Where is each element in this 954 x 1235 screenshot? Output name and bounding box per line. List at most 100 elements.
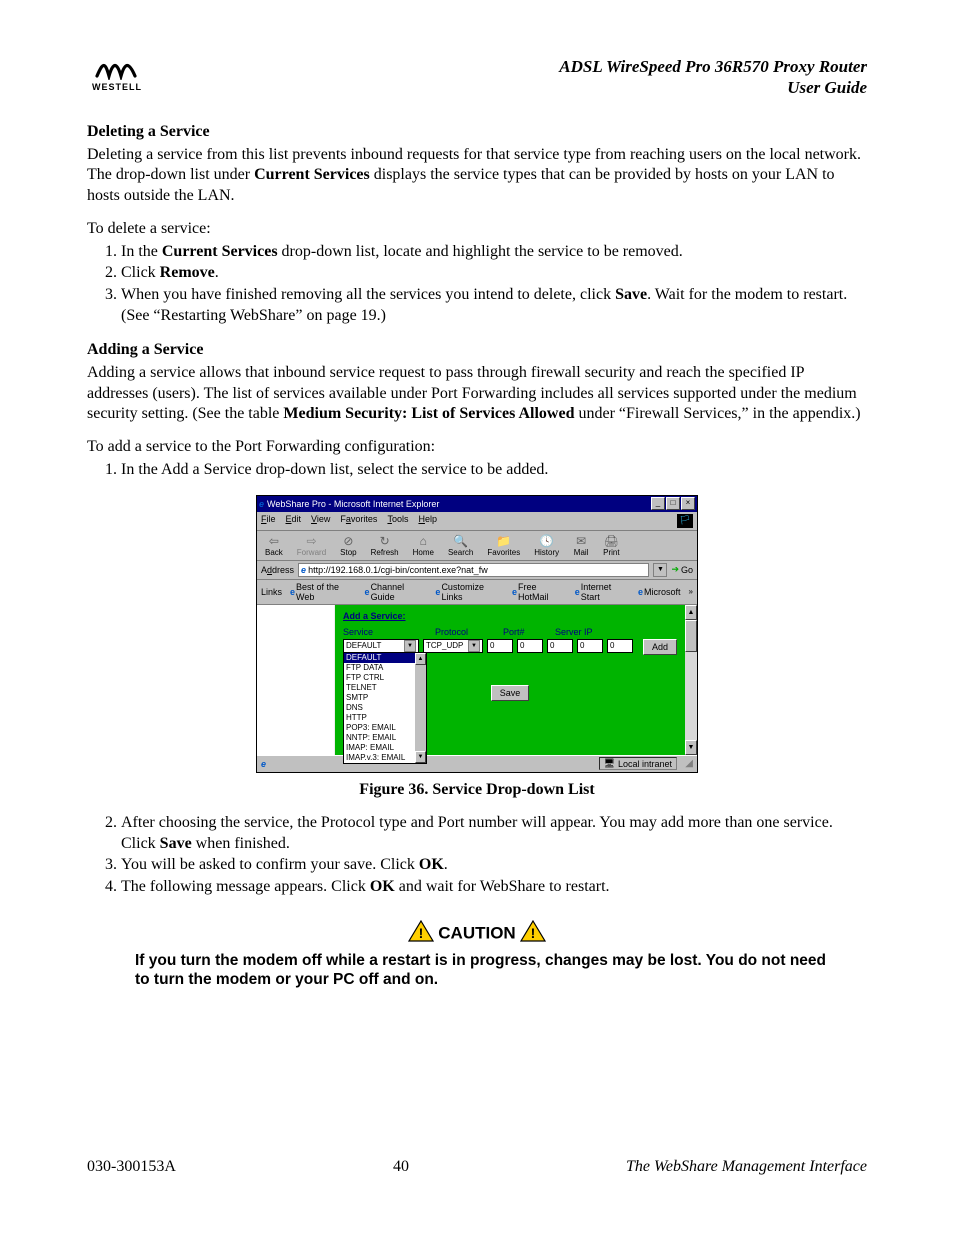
window-titlebar: e WebShare Pro - Microsoft Internet Expl… — [257, 496, 697, 512]
scroll-up-icon[interactable]: ▲ — [415, 653, 426, 665]
page-header: WESTELL ADSL WireSpeed Pro 36R570 Proxy … — [87, 56, 867, 99]
doc-title: ADSL WireSpeed Pro 36R570 Proxy Router U… — [559, 56, 867, 99]
mail-button[interactable]: ✉Mail — [573, 534, 589, 557]
logo-text: WESTELL — [92, 82, 142, 92]
search-button[interactable]: 🔍Search — [448, 534, 473, 557]
back-button[interactable]: ⇦Back — [265, 534, 283, 557]
input-row: DEFAULT ▼ DEFAULT FTP DATA FTP CTRL TELN… — [343, 639, 677, 655]
warning-icon: ! — [520, 920, 546, 947]
address-input[interactable]: ehttp://192.168.0.1/cgi-bin/content.exe?… — [298, 563, 649, 577]
scroll-track[interactable] — [685, 652, 697, 740]
address-label: Address — [261, 565, 294, 575]
links-bar: Links eBest of the Web eChannel Guide eC… — [257, 580, 697, 605]
service-dropdown-list[interactable]: DEFAULT FTP DATA FTP CTRL TELNET SMTP DN… — [343, 652, 427, 764]
menu-tools[interactable]: Tools — [387, 514, 408, 528]
toolbar: ⇦Back ⇨Forward ⊘Stop ↻Refresh ⌂Home 🔍Sea… — [257, 531, 697, 561]
service-select[interactable]: DEFAULT ▼ — [343, 639, 419, 653]
link-istart[interactable]: eInternet Start — [575, 582, 630, 602]
vertical-scrollbar[interactable]: ▲ ▼ — [685, 605, 697, 755]
col-port: Port# — [503, 627, 537, 637]
maximize-button[interactable]: □ — [666, 497, 680, 510]
address-dropdown[interactable]: ▼ — [653, 563, 667, 577]
link-hotmail[interactable]: eFree HotMail — [512, 582, 567, 602]
chevron-down-icon: ▼ — [404, 640, 416, 652]
doc-title-line2: User Guide — [559, 77, 867, 98]
ip-field-1[interactable]: 0 — [517, 639, 543, 653]
close-button[interactable]: × — [681, 497, 695, 510]
list-item: Click Remove. — [121, 263, 867, 284]
status-icon: e — [261, 759, 266, 769]
service-select-wrap: DEFAULT ▼ DEFAULT FTP DATA FTP CTRL TELN… — [343, 639, 419, 653]
menu-file[interactable]: File — [261, 514, 276, 528]
scroll-down-icon[interactable]: ▼ — [685, 740, 697, 755]
list-add-1: In the Add a Service drop-down list, sel… — [87, 460, 867, 481]
links-overflow[interactable]: » — [689, 587, 693, 596]
list-item: In the Add a Service drop-down list, sel… — [121, 460, 867, 481]
panel-title: Add a Service: — [343, 611, 677, 621]
list-item: After choosing the service, the Protocol… — [121, 813, 867, 855]
stop-button[interactable]: ⊘Stop — [340, 534, 356, 557]
resize-grip-icon[interactable]: ◢ — [681, 758, 693, 769]
para-add-lead: To add a service to the Port Forwarding … — [87, 437, 867, 458]
service-option[interactable]: DNS — [344, 703, 426, 713]
menu-favorites[interactable]: Favorites — [340, 514, 377, 528]
service-option[interactable]: DEFAULT — [344, 653, 426, 663]
service-option[interactable]: IMAP.v.3: EMAIL — [344, 753, 426, 763]
service-option[interactable]: FTP DATA — [344, 663, 426, 673]
status-bar: e 🖥 Local intranet ◢ — [257, 755, 697, 772]
menu-edit[interactable]: Edit — [286, 514, 302, 528]
ie-icon: e — [259, 499, 264, 509]
scroll-thumb[interactable] — [685, 620, 697, 652]
heading-deleting: Deleting a Service — [87, 123, 867, 141]
service-option[interactable]: POP3: EMAIL — [344, 723, 426, 733]
link-channel[interactable]: eChannel Guide — [365, 582, 428, 602]
list-item: In the Current Services drop-down list, … — [121, 242, 867, 263]
service-option[interactable]: NNTP: EMAIL — [344, 733, 426, 743]
forward-button: ⇨Forward — [297, 534, 326, 557]
para-delete-intro: Deleting a service from this list preven… — [87, 145, 867, 207]
history-button[interactable]: 🕓History — [534, 534, 559, 557]
service-option[interactable]: IMAP: EMAIL — [344, 743, 426, 753]
para-add-intro: Adding a service allows that inbound ser… — [87, 363, 867, 425]
service-option[interactable]: FTP CTRL — [344, 673, 426, 683]
zone-icon: 🖥 — [604, 758, 615, 769]
menu-help[interactable]: Help — [418, 514, 437, 528]
home-button[interactable]: ⌂Home — [413, 534, 434, 557]
link-customize[interactable]: eCustomize Links — [435, 582, 504, 602]
ip-field-4[interactable]: 0 — [607, 639, 633, 653]
ip-field-2[interactable]: 0 — [547, 639, 573, 653]
minimize-button[interactable]: _ — [651, 497, 665, 510]
caution-text: If you turn the modem off while a restar… — [135, 951, 835, 990]
westell-logo: WESTELL — [87, 56, 147, 92]
print-button[interactable]: 🖨Print — [603, 534, 619, 557]
list-item: The following message appears. Click OK … — [121, 877, 867, 898]
link-ms[interactable]: eMicrosoft — [638, 587, 681, 597]
save-button[interactable]: Save — [491, 685, 530, 701]
refresh-button[interactable]: ↻Refresh — [371, 534, 399, 557]
go-button[interactable]: ➔Go — [671, 564, 693, 575]
list-item: You will be asked to confirm your save. … — [121, 855, 867, 876]
warning-icon: ! — [408, 920, 434, 947]
menubar: File Edit View Favorites Tools Help 🏳 — [257, 512, 697, 531]
list-delete: In the Current Services drop-down list, … — [87, 242, 867, 327]
favorites-button[interactable]: 📁Favorites — [487, 534, 520, 557]
ip-field-3[interactable]: 0 — [577, 639, 603, 653]
service-option[interactable]: HTTP — [344, 713, 426, 723]
caution-label: CAUTION — [438, 924, 515, 943]
para-delete-lead: To delete a service: — [87, 219, 867, 240]
caution-block: ! CAUTION ! If you turn the modem off wh… — [87, 920, 867, 990]
link-best[interactable]: eBest of the Web — [290, 582, 357, 602]
add-button[interactable]: Add — [643, 639, 677, 655]
menu-view[interactable]: View — [311, 514, 330, 528]
left-sidebar — [257, 605, 335, 755]
service-option[interactable]: TELNET — [344, 683, 426, 693]
main-panel: Add a Service: Service Protocol Port# Se… — [335, 605, 685, 755]
protocol-select[interactable]: TCP_UDP ▼ — [423, 639, 483, 653]
service-option[interactable]: SMTP — [344, 693, 426, 703]
scroll-down-icon[interactable]: ▼ — [415, 751, 426, 763]
col-server: Server IP — [555, 627, 593, 637]
list-scrollbar[interactable]: ▲ ▼ — [415, 653, 426, 763]
address-bar: Address ehttp://192.168.0.1/cgi-bin/cont… — [257, 561, 697, 580]
port-field[interactable]: 0 — [487, 639, 513, 653]
scroll-up-icon[interactable]: ▲ — [685, 605, 697, 620]
